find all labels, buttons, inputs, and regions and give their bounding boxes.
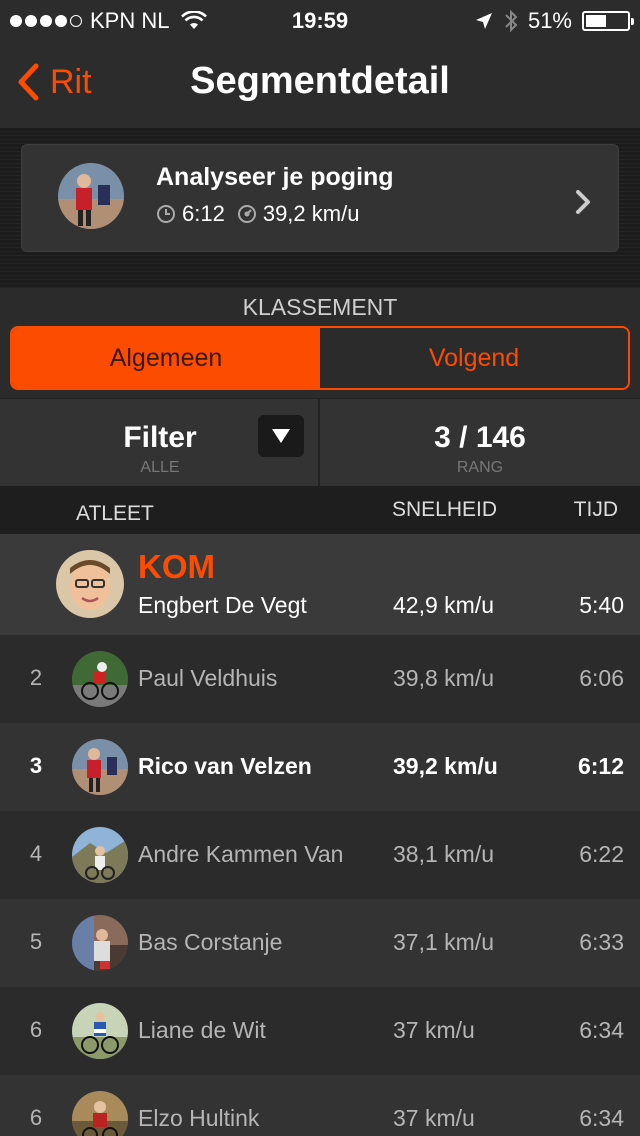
rank-label: RANG: [456, 459, 504, 476]
athlete-speed: 37 km/u: [393, 1105, 475, 1131]
tab-algemeen[interactable]: Algemeen: [12, 328, 320, 388]
athlete-name: Rico van Velzen: [138, 753, 312, 779]
leaderboard-header: ATLEET SNELHEID TIJD: [0, 486, 640, 534]
table-row[interactable]: 6 Liane de Wit 37 km/u 6:34: [0, 987, 640, 1075]
wifi-icon: [181, 11, 208, 29]
table-row[interactable]: 5 Bas Corstanje 37,1 km/u 6:33: [0, 899, 640, 987]
athlete-time: 6:34: [579, 1105, 624, 1131]
header-time: TIJD: [573, 498, 618, 521]
page-title: Segmentdetail: [190, 60, 450, 102]
filter-selector[interactable]: Filter ALLE: [0, 399, 320, 486]
athlete-time: 6:33: [579, 929, 624, 955]
status-bar-right: 51%: [474, 8, 634, 34]
leaderboard-segmented-control: Algemeen Volgend: [10, 326, 630, 390]
athlete-speed: 37,1 km/u: [393, 929, 494, 955]
kom-row[interactable]: KOM Engbert De Vegt 42,9 km/u 5:40: [0, 534, 640, 635]
avatar: [58, 163, 124, 229]
battery-icon: [582, 11, 634, 31]
kom-badge: KOM: [138, 548, 215, 585]
table-row[interactable]: 2 Paul Veldhuis 39,8 km/u 6:06: [0, 635, 640, 723]
athlete-time: 6:34: [579, 1017, 624, 1043]
analyze-effort-card[interactable]: Analyseer je poging 6:12 39,2 km/u: [21, 144, 619, 252]
avatar: [72, 651, 128, 707]
athlete-speed: 38,1 km/u: [393, 841, 494, 867]
athlete-speed: 42,9 km/u: [393, 592, 494, 618]
location-arrow-icon: [475, 13, 492, 29]
clock-icon: [157, 205, 175, 223]
athlete-rank: 6: [29, 1105, 43, 1130]
analyze-title: Analyseer je poging: [156, 163, 394, 191]
athlete-time: 6:22: [579, 841, 624, 867]
athlete-name: Liane de Wit: [138, 1017, 266, 1043]
avatar: [72, 827, 128, 883]
analyze-stats: 6:12 39,2 km/u: [156, 201, 359, 227]
rank-display: 3 / 146 RANG: [320, 399, 640, 486]
athlete-name: Paul Veldhuis: [138, 665, 278, 691]
athlete-name: Andre Kammen Van: [138, 841, 344, 867]
athlete-rank: 2: [29, 665, 43, 690]
athlete-rank: 6: [29, 1017, 43, 1042]
chevron-right-icon: [576, 190, 590, 214]
avatar: [72, 739, 128, 795]
filter-bar: Filter ALLE 3 / 146 RANG: [0, 398, 640, 486]
avatar: [72, 1003, 128, 1059]
carrier-name: KPN NL: [90, 8, 170, 33]
rank-value: 3 / 146: [434, 421, 526, 454]
athlete-speed: 37 km/u: [393, 1017, 475, 1043]
athlete-rank: 5: [29, 929, 43, 954]
leaderboard-heading: KLASSEMENT: [242, 294, 398, 320]
filter-dropdown-button[interactable]: [258, 415, 304, 457]
analyze-time: 6:12: [182, 201, 225, 226]
athlete-time: 6:06: [579, 665, 624, 691]
table-row[interactable]: 6 Elzo Hultink 37 km/u 6:34: [0, 1075, 640, 1136]
analyze-section: Analyseer je poging 6:12 39,2 km/u: [0, 128, 640, 288]
triangle-down-icon: [272, 429, 290, 443]
athlete-name: Engbert De Vegt: [138, 592, 307, 618]
avatar: [72, 915, 128, 971]
table-row-current-user[interactable]: 3 Rico van Velzen 39,2 km/u 6:12: [0, 723, 640, 811]
avatar: [56, 550, 124, 618]
back-button[interactable]: Rit: [16, 62, 92, 102]
athlete-time: 5:40: [579, 592, 624, 618]
back-button-label: Rit: [50, 62, 92, 101]
table-row[interactable]: 4 Andre Kammen Van 38,1 km/u 6:22: [0, 811, 640, 899]
header-athlete: ATLEET: [76, 502, 154, 525]
athlete-time: 6:12: [577, 753, 624, 779]
avatar: [72, 1091, 128, 1136]
bluetooth-icon: [505, 9, 518, 33]
battery-percent: 51%: [527, 8, 572, 33]
athlete-name: Elzo Hultink: [138, 1105, 260, 1131]
analyze-speed: 39,2 km/u: [262, 201, 360, 226]
athlete-name: Bas Corstanje: [138, 929, 283, 955]
athlete-speed: 39,2 km/u: [393, 753, 498, 779]
athlete-speed: 39,8 km/u: [393, 665, 494, 691]
filter-value: ALLE: [140, 459, 180, 476]
athlete-rank: 4: [29, 841, 43, 866]
signal-strength-icon: [10, 15, 82, 27]
status-bar-left: KPN NL: [10, 8, 208, 34]
status-bar: KPN NL 19:59 51%: [0, 0, 640, 40]
chevron-left-icon: [18, 63, 39, 101]
header-speed: SNELHEID: [392, 498, 498, 521]
speedometer-icon: [237, 205, 256, 223]
leaderboard-list: KOM Engbert De Vegt 42,9 km/u 5:40 2 Pau…: [0, 534, 640, 1136]
tab-volgend[interactable]: Volgend: [320, 328, 628, 388]
athlete-rank: 3: [29, 753, 43, 778]
navigation-bar: Rit Segmentdetail: [0, 40, 640, 128]
